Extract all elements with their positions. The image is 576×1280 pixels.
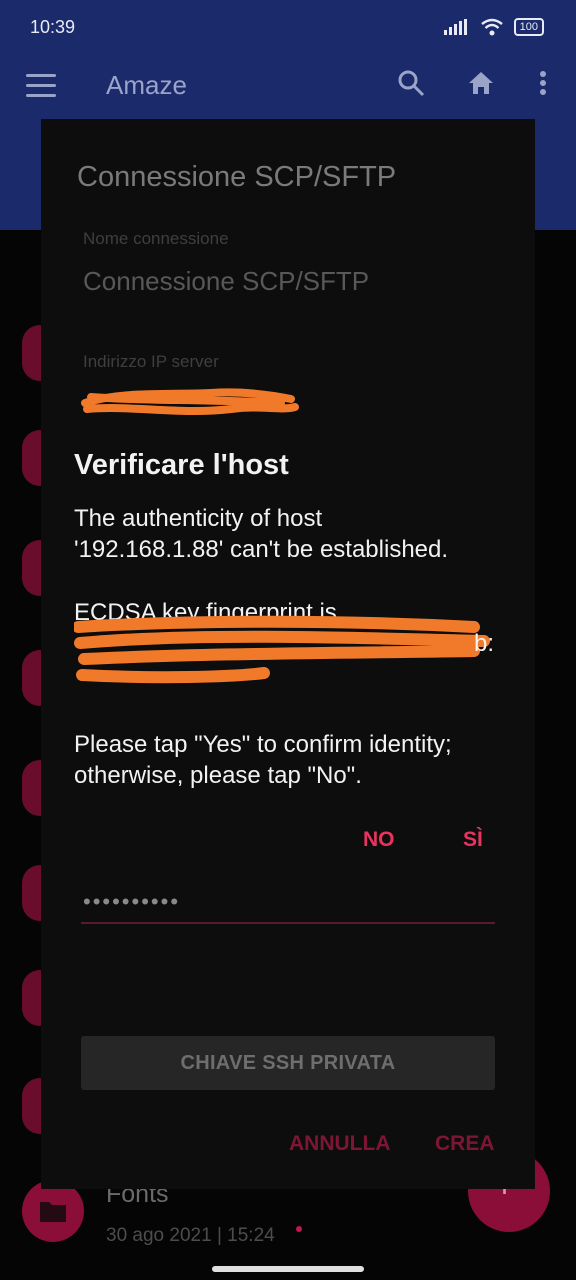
gesture-home-bar[interactable] (212, 1266, 364, 1272)
svg-text:b:: b: (474, 630, 494, 657)
redacted-fingerprint: b: (74, 615, 494, 684)
app-title: Amaze (106, 70, 187, 100)
no-button[interactable]: NO (363, 828, 395, 852)
redacted-ip-field[interactable] (81, 385, 301, 421)
status-dot (296, 1226, 302, 1232)
hamburger-menu-icon[interactable] (26, 74, 56, 104)
connection-name-label: Nome connessione (83, 229, 229, 248)
cancel-button[interactable]: ANNULLA (289, 1132, 390, 1156)
status-time: 10:39 (30, 17, 76, 37)
home-icon[interactable] (466, 68, 496, 98)
battery-icon: 100 (513, 18, 544, 36)
create-button[interactable]: CREA (435, 1132, 495, 1156)
list-item-date: 30 ago 2021 | 15:24 (106, 1225, 275, 1246)
authenticity-text-line1: The authenticity of host (74, 505, 323, 532)
wifi-icon (480, 18, 503, 36)
confirm-text-line2: otherwise, please tap "No". (74, 762, 362, 789)
status-icons: 100 (443, 18, 544, 36)
server-ip-label: Indirizzo IP server (83, 352, 219, 371)
folder-icon (22, 1180, 84, 1242)
status-bar: 10:39 100 (0, 0, 576, 56)
connection-dialog-title: Connessione SCP/SFTP (77, 161, 397, 193)
signal-icon (443, 19, 467, 35)
yes-button[interactable]: SÌ (463, 828, 483, 852)
password-input[interactable]: •••••••••• (83, 889, 180, 915)
connection-name-input[interactable]: Connessione SCP/SFTP (83, 266, 369, 297)
password-underline (81, 922, 495, 924)
private-ssh-key-button[interactable]: CHIAVE SSH PRIVATA (81, 1036, 495, 1090)
search-icon[interactable] (396, 68, 426, 98)
authenticity-text-line2: '192.168.1.88' can't be established. (74, 536, 449, 563)
confirm-text-line1: Please tap "Yes" to confirm identity; (74, 731, 452, 758)
verify-dialog-title: Verificare l'host (74, 449, 289, 481)
overflow-menu-icon[interactable] (538, 68, 548, 98)
